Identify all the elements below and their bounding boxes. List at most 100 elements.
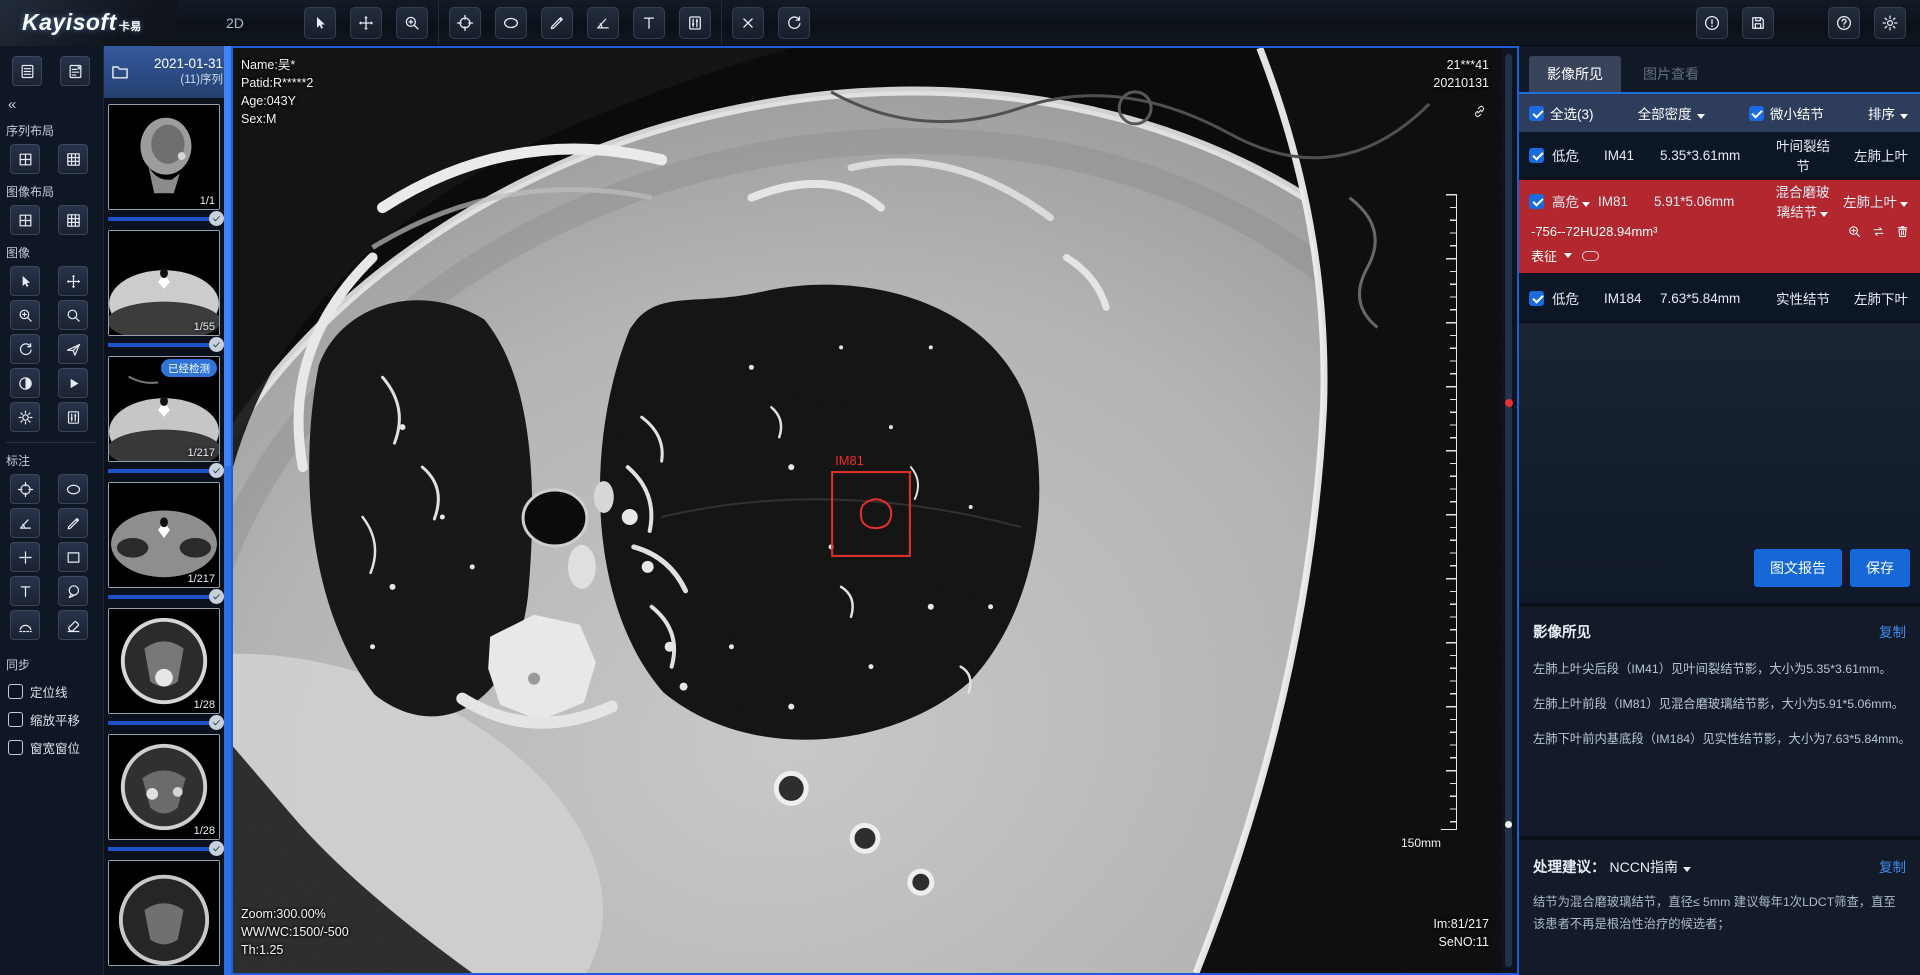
save-button[interactable]: 保存 (1850, 549, 1910, 587)
text-tool-button[interactable] (633, 7, 665, 39)
text-annotation-button[interactable] (10, 576, 40, 606)
density-filter-dropdown[interactable]: 全部密度 (1638, 103, 1705, 123)
delete-nodule-button[interactable] (1895, 224, 1910, 239)
sync-option-zoom-pan[interactable]: 缩放平移 (0, 710, 103, 729)
tab-image-view[interactable]: 图片查看 (1625, 56, 1717, 92)
ct-viewport[interactable]: IM81 Name:吴* Patid:R*****2 Age:043Y Sex:… (231, 46, 1519, 975)
thumbnail-series-7[interactable] (108, 860, 220, 966)
thumbnail-series-2[interactable]: 1/55 (108, 230, 220, 336)
risk-level-dropdown[interactable]: 高危 (1552, 191, 1590, 211)
ct-axial-image[interactable]: IM81 (233, 48, 1501, 973)
locate-nodule-button[interactable] (1847, 224, 1862, 239)
copy-findings-link[interactable]: 复制 (1879, 621, 1906, 641)
window-level-button[interactable] (679, 7, 711, 39)
current-slice-marker[interactable] (1505, 821, 1512, 828)
thumbnail-series-5[interactable]: 1/28 (108, 608, 220, 714)
micro-nodule-checkbox[interactable] (1749, 106, 1764, 121)
window-preset-button[interactable] (58, 402, 88, 432)
slice-scrollbar[interactable] (1501, 48, 1517, 973)
thumbnail-series-4[interactable]: 1/217 (108, 482, 220, 588)
copy-suggestion-link[interactable]: 复制 (1879, 856, 1906, 876)
report-panel-button[interactable] (60, 56, 90, 86)
angle-tool-button[interactable] (587, 7, 619, 39)
nodule-position-marker[interactable] (1505, 399, 1513, 407)
image-layout-2x2-button[interactable] (10, 205, 40, 235)
nodule-location-dropdown[interactable]: 左肺上叶 (1843, 191, 1908, 211)
cross-annotation-button[interactable] (10, 542, 40, 572)
link-icon[interactable] (1472, 104, 1487, 124)
select-tool-button[interactable] (10, 266, 40, 296)
checkmark-icon (209, 841, 224, 856)
study-header[interactable]: 2021-01-31 (11)序列 (104, 46, 231, 98)
feature-label: 表征 (1531, 246, 1557, 265)
tab-findings[interactable]: 影像所见 (1529, 56, 1621, 92)
callout-annotation-button[interactable] (58, 576, 88, 606)
thumbnail-scrollbar[interactable] (224, 46, 231, 975)
zoom-pan-checkbox[interactable] (8, 712, 23, 727)
ellipse-annotation-button[interactable] (58, 474, 88, 504)
help-button[interactable] (1828, 7, 1860, 39)
pan-image-button[interactable] (58, 266, 88, 296)
rectangle-annotation-button[interactable] (58, 542, 88, 572)
delete-icon (744, 18, 752, 26)
localizer-checkbox[interactable] (8, 684, 23, 699)
probe-annotation-button[interactable] (10, 474, 40, 504)
nodule-checkbox[interactable] (1529, 291, 1544, 306)
sync-option-window[interactable]: 窗宽窗位 (0, 738, 103, 757)
patient-sex: Sex:M (241, 110, 313, 128)
collapse-sidebar-button[interactable]: « (0, 96, 103, 113)
detected-badge: 已经检测 (161, 359, 217, 377)
ruler-tool-button[interactable] (541, 7, 573, 39)
nodule-checkbox[interactable] (1529, 194, 1544, 209)
thumbnail-progress (108, 217, 212, 221)
sync-option-localizer[interactable]: 定位线 (0, 682, 103, 701)
brightness-button[interactable] (10, 402, 40, 432)
series-layout-3x3-button[interactable] (58, 144, 88, 174)
rotate-image-button[interactable] (10, 334, 40, 364)
nodule-size: 5.91*5.06mm (1654, 194, 1762, 209)
angle-annotation-button[interactable] (10, 508, 40, 538)
reset-button[interactable] (778, 7, 810, 39)
nodule-row-im41[interactable]: 低危 IM41 5.35*3.61mm 叶间裂结节 左肺上叶 (1519, 132, 1920, 180)
image-layout-3x3-button[interactable] (58, 205, 88, 235)
nodule-row-im81-selected[interactable]: 高危 IM81 5.91*5.06mm 混合磨玻璃结节 左肺上叶 -756--7… (1519, 180, 1920, 275)
series-thumbnail-panel: 2021-01-31 (11)序列 1/1 1/55 已经检测 (104, 46, 231, 975)
pan-tool-button[interactable] (350, 7, 382, 39)
nodule-checkbox[interactable] (1529, 148, 1544, 163)
alert-button[interactable] (1696, 7, 1728, 39)
thumbnail-scout[interactable]: 1/1 (108, 104, 220, 210)
series-layout-2x2-button[interactable] (10, 144, 40, 174)
slice-scrollbar-track[interactable] (1505, 54, 1512, 967)
curve-annotation-button[interactable] (10, 610, 40, 640)
eraser-button[interactable] (58, 610, 88, 640)
patient-name: Name:吴* (241, 56, 313, 74)
thumbnail-series-3-detected[interactable]: 已经检测 1/217 (108, 356, 220, 462)
crosshair-tool-button[interactable] (449, 7, 481, 39)
invert-button[interactable] (10, 368, 40, 398)
levels-icon (690, 17, 701, 29)
window-checkbox[interactable] (8, 740, 23, 755)
thumbnail-series-6[interactable]: 1/28 (108, 734, 220, 840)
ellipse-tool-button[interactable] (495, 7, 527, 39)
compare-nodule-button[interactable] (1871, 224, 1886, 239)
flip-image-button[interactable] (58, 334, 88, 364)
guideline-dropdown[interactable]: NCCN指南 (1610, 857, 1691, 877)
report-button[interactable]: 图文报告 (1754, 549, 1842, 587)
feature-toggle[interactable] (1582, 251, 1599, 261)
cine-play-button[interactable] (58, 368, 88, 398)
length-annotation-button[interactable] (58, 508, 88, 538)
nodule-row-im184[interactable]: 低危 IM184 7.63*5.84mm 实性结节 左肺下叶 (1519, 275, 1920, 323)
zoom-in-icon (20, 310, 31, 321)
zoom-tool-button[interactable] (396, 7, 428, 39)
series-panel-button[interactable] (12, 56, 42, 86)
save-image-button[interactable] (1742, 7, 1774, 39)
settings-button[interactable] (1874, 7, 1906, 39)
nodule-type-dropdown[interactable]: 混合磨玻璃结节 (1770, 181, 1835, 221)
zoom-in-button[interactable] (10, 300, 40, 330)
cursor-tool-button[interactable] (304, 7, 336, 39)
sort-dropdown[interactable]: 排序 (1868, 103, 1908, 123)
delete-annotation-button[interactable] (732, 7, 764, 39)
magnify-button[interactable] (58, 300, 88, 330)
select-all-checkbox[interactable] (1529, 106, 1544, 121)
nodule-feature-row[interactable]: 表征 (1519, 244, 1920, 273)
